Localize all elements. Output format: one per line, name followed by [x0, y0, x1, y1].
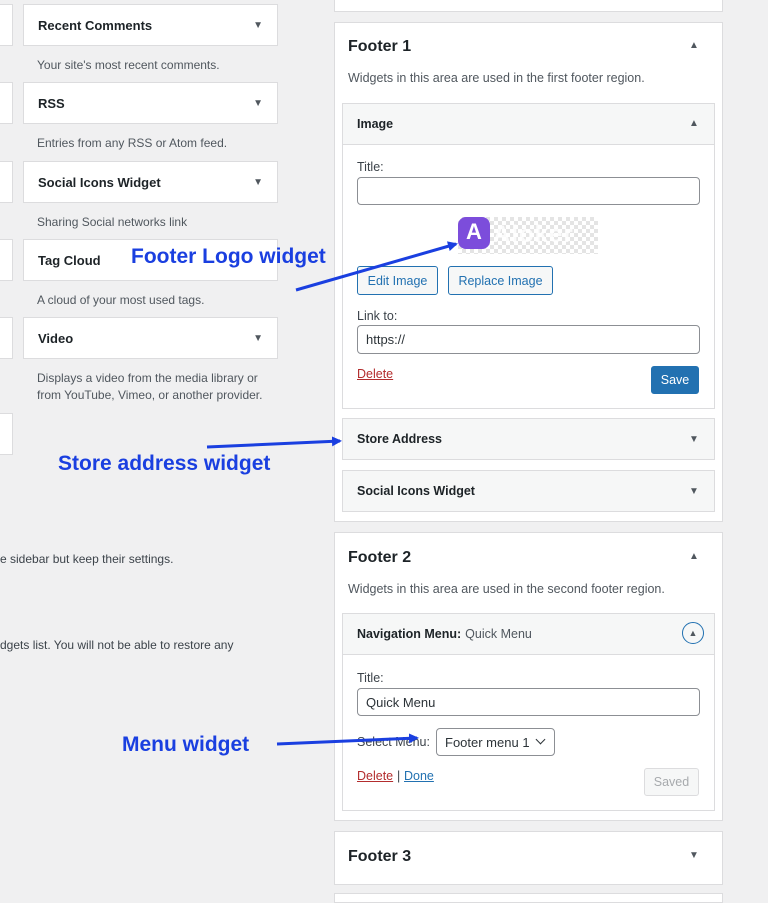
arrow-to-select-menu [276, 733, 419, 746]
annotation-arrows [206, 241, 458, 746]
arrow-to-store-address [206, 436, 342, 449]
arrow-to-logo [295, 241, 458, 292]
